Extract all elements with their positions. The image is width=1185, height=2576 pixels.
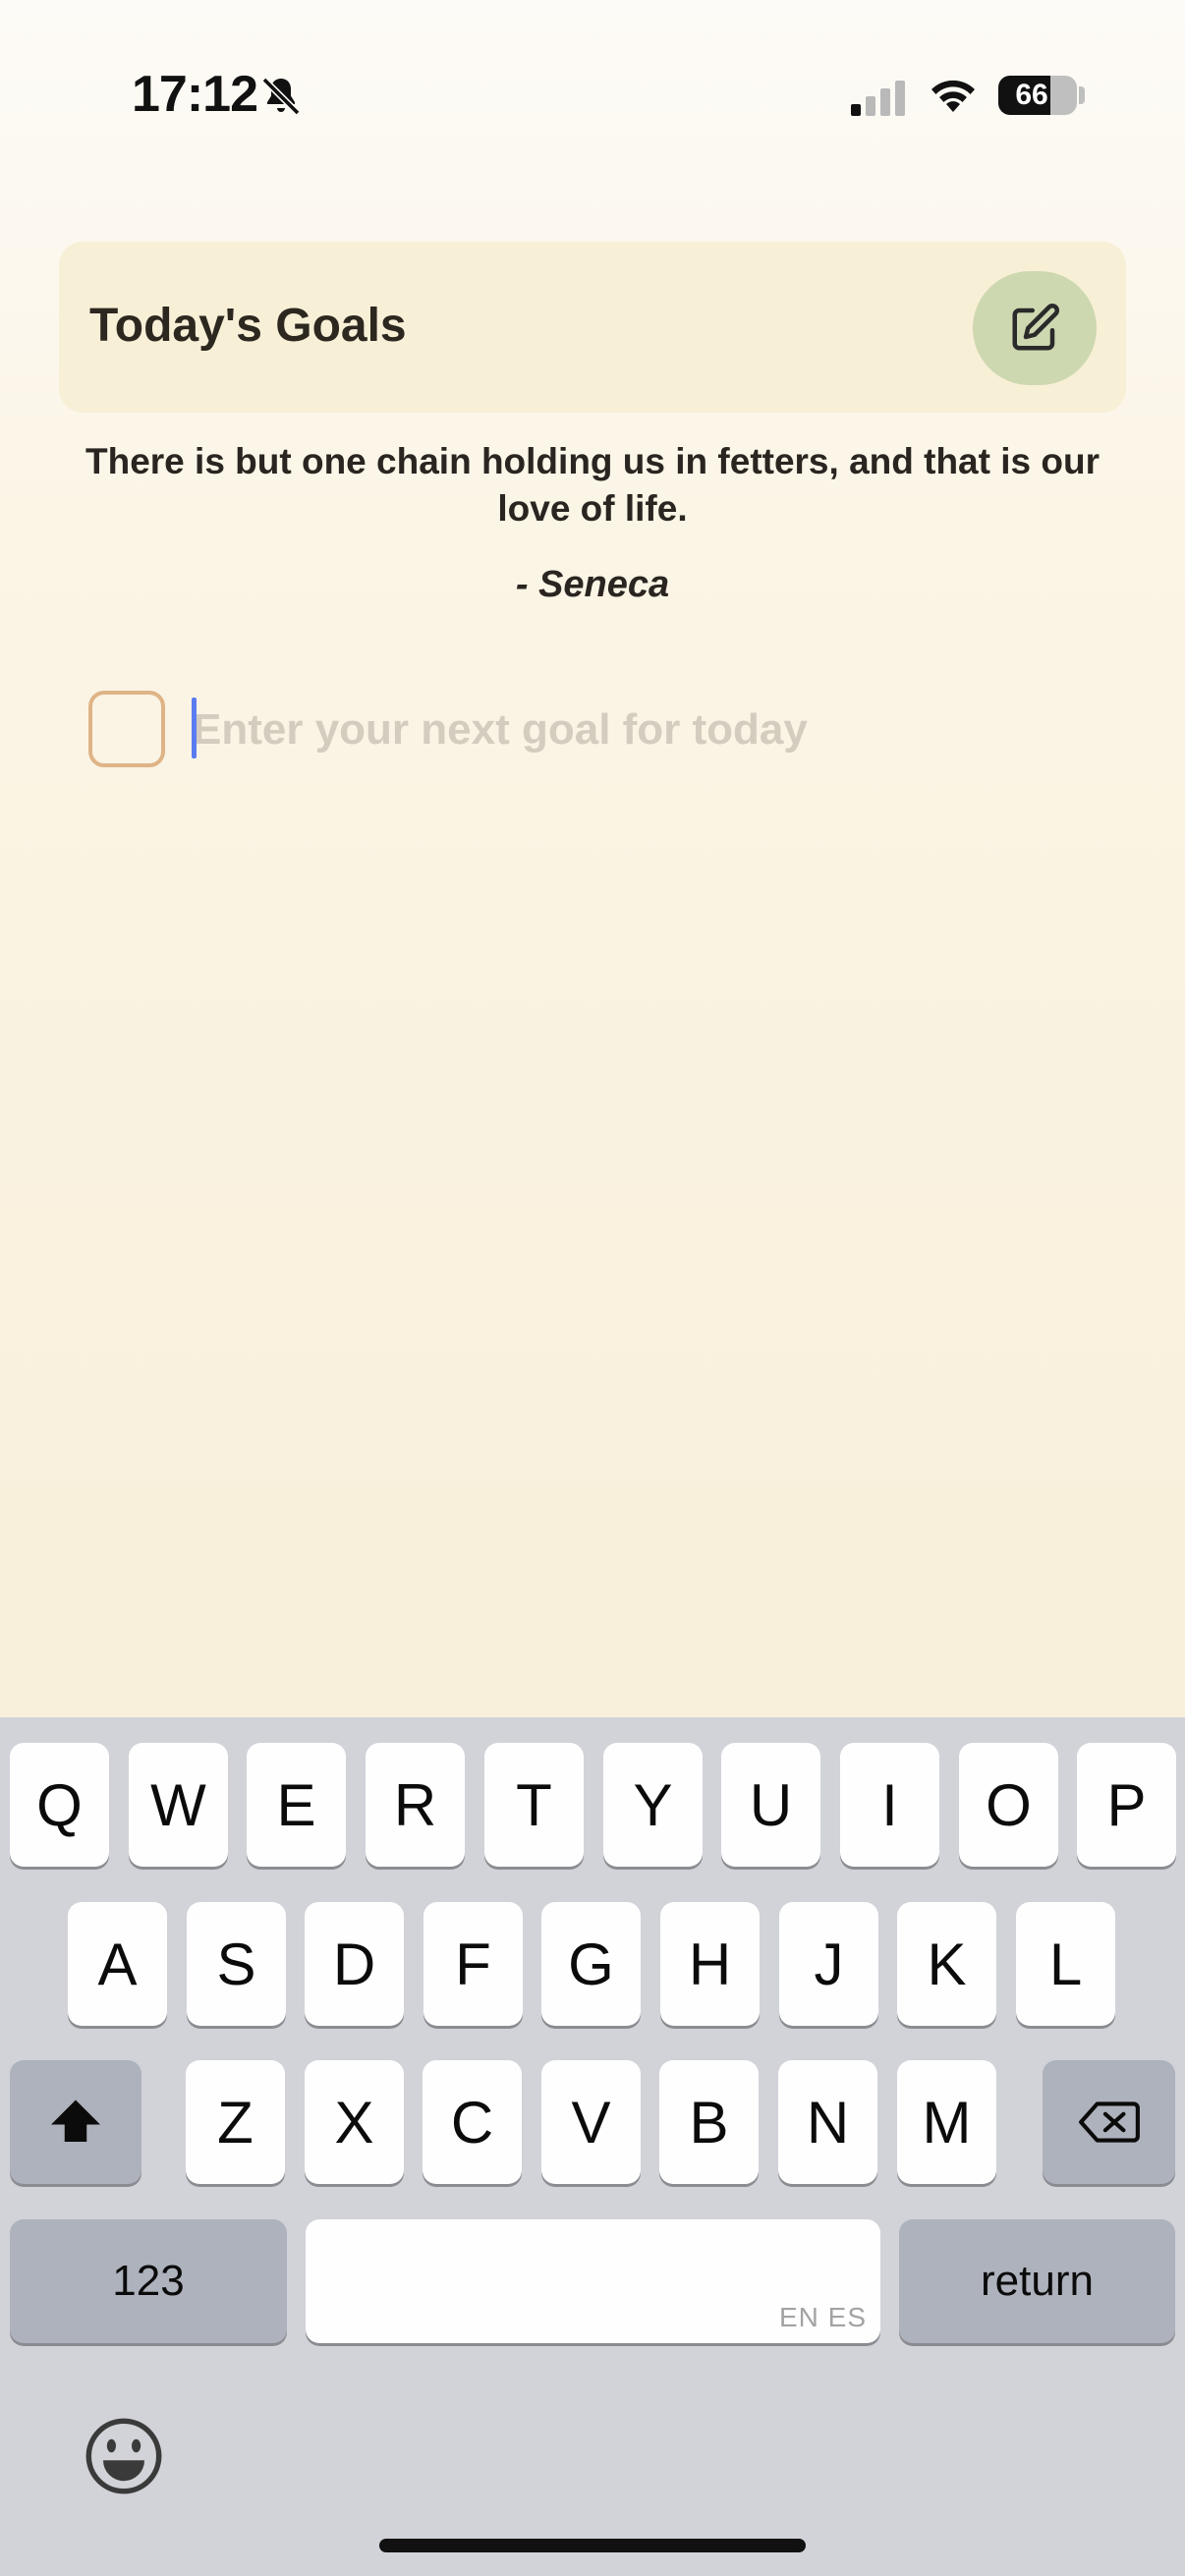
daily-quote: There is but one chain holding us in fet… bbox=[85, 441, 1100, 529]
numbers-key[interactable]: 123 bbox=[10, 2219, 287, 2343]
key-z[interactable]: Z bbox=[186, 2060, 285, 2184]
status-time: 17:12 bbox=[132, 66, 258, 123]
page-title: Today's Goals bbox=[89, 300, 407, 352]
emoji-icon[interactable] bbox=[83, 2415, 165, 2497]
key-d[interactable]: D bbox=[305, 1902, 404, 2026]
key-n[interactable]: N bbox=[778, 2060, 877, 2184]
cellular-signal-icon bbox=[851, 81, 905, 116]
battery-icon: 66 bbox=[998, 76, 1077, 115]
key-e[interactable]: E bbox=[247, 1743, 346, 1867]
edit-button[interactable] bbox=[973, 271, 1097, 385]
backspace-icon bbox=[1078, 2101, 1140, 2143]
key-f[interactable]: F bbox=[423, 1902, 523, 2026]
key-h[interactable]: H bbox=[660, 1902, 760, 2026]
key-m[interactable]: M bbox=[897, 2060, 996, 2184]
delete-key[interactable] bbox=[1043, 2060, 1175, 2184]
key-a[interactable]: A bbox=[68, 1902, 167, 2026]
key-j[interactable]: J bbox=[779, 1902, 878, 2026]
header-card: Today's Goals bbox=[59, 242, 1126, 413]
keyboard-language-hint: EN ES bbox=[778, 2302, 867, 2332]
key-c[interactable]: C bbox=[423, 2060, 522, 2184]
key-o[interactable]: O bbox=[959, 1743, 1058, 1867]
key-v[interactable]: V bbox=[541, 2060, 641, 2184]
key-k[interactable]: K bbox=[897, 1902, 996, 2026]
shift-icon bbox=[51, 2100, 100, 2142]
key-x[interactable]: X bbox=[305, 2060, 404, 2184]
key-u[interactable]: U bbox=[721, 1743, 820, 1867]
wifi-icon bbox=[931, 80, 975, 112]
key-s[interactable]: S bbox=[187, 1902, 286, 2026]
space-key[interactable]: EN ES bbox=[306, 2219, 880, 2343]
shift-key[interactable] bbox=[10, 2060, 141, 2184]
goal-input[interactable] bbox=[193, 696, 1077, 764]
key-g[interactable]: G bbox=[541, 1902, 641, 2026]
home-indicator bbox=[379, 2539, 806, 2552]
key-y[interactable]: Y bbox=[603, 1743, 703, 1867]
bell-slash-icon bbox=[261, 77, 301, 116]
edit-pencil-icon bbox=[1012, 304, 1059, 351]
quote-author: - Seneca bbox=[515, 564, 670, 605]
battery-cap bbox=[1079, 86, 1085, 104]
status-bar: 17:12 66 bbox=[0, 0, 1185, 196]
key-r[interactable]: R bbox=[366, 1743, 465, 1867]
key-w[interactable]: W bbox=[129, 1743, 228, 1867]
key-i[interactable]: I bbox=[840, 1743, 939, 1867]
return-key[interactable]: return bbox=[899, 2219, 1175, 2343]
key-t[interactable]: T bbox=[484, 1743, 584, 1867]
key-q[interactable]: Q bbox=[10, 1743, 109, 1867]
key-p[interactable]: P bbox=[1077, 1743, 1176, 1867]
key-b[interactable]: B bbox=[659, 2060, 759, 2184]
key-l[interactable]: L bbox=[1016, 1902, 1115, 2026]
text-cursor bbox=[192, 698, 197, 758]
battery-percent: 66 bbox=[1015, 79, 1048, 111]
goal-checkbox[interactable] bbox=[88, 691, 165, 767]
